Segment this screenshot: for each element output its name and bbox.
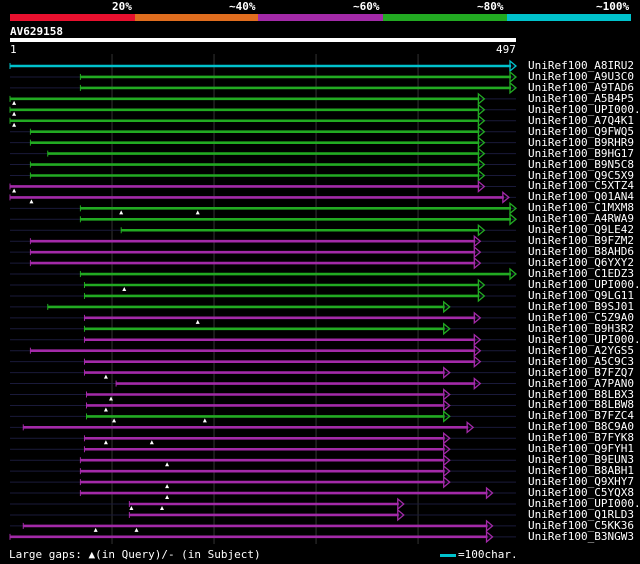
query-gap-marker bbox=[112, 418, 117, 423]
hit-label[interactable]: UniRef100_B7FZQ7 bbox=[528, 367, 634, 378]
query-gap-marker bbox=[103, 440, 108, 445]
identity-label-60: ~60% bbox=[353, 0, 380, 13]
query-gap-marker bbox=[129, 506, 134, 510]
identity-label-100: ~100% bbox=[596, 0, 630, 13]
hit-label[interactable]: UniRef100_B9RHR9 bbox=[528, 137, 634, 148]
query-gap-marker bbox=[122, 287, 127, 291]
identity-label-20: 20% bbox=[112, 0, 132, 13]
identity-band-100 bbox=[507, 14, 631, 21]
query-gap-marker bbox=[165, 484, 170, 489]
query-gap-marker bbox=[12, 122, 17, 127]
hit-label[interactable]: UniRef100_B9HG17 bbox=[528, 148, 634, 159]
query-gap-marker bbox=[165, 462, 170, 467]
scale-legend-label: =100char. bbox=[458, 548, 518, 561]
hit-label[interactable]: UniRef100_B9N5C8 bbox=[528, 159, 634, 170]
query-gap-marker bbox=[160, 506, 165, 510]
gaps-legend: Large gaps: ▲(in Query)/- (in Subject) bbox=[9, 548, 261, 561]
identity-band-20 bbox=[10, 14, 135, 21]
hit-label[interactable]: UniRef100_B3NGW3 bbox=[528, 531, 634, 542]
hit-label[interactable]: UniRef100_A5C9C3 bbox=[528, 356, 634, 367]
query-gap-marker bbox=[12, 100, 17, 105]
query-name: AV629158 bbox=[10, 25, 63, 38]
query-gap-marker bbox=[165, 495, 170, 500]
identity-band-40 bbox=[135, 14, 258, 21]
query-gap-marker bbox=[29, 199, 34, 204]
hit-label[interactable]: UniRef100_A7PAN0 bbox=[528, 378, 634, 389]
query-gap-marker bbox=[103, 374, 108, 379]
query-gap-marker bbox=[103, 407, 108, 412]
query-gap-marker bbox=[12, 111, 17, 116]
query-gap-marker bbox=[149, 440, 154, 445]
identity-label-40: ~40% bbox=[229, 0, 256, 13]
query-gap-marker bbox=[12, 188, 17, 193]
scale-legend-swatch bbox=[440, 553, 456, 557]
identity-label-80: ~80% bbox=[477, 0, 504, 13]
query-gap-marker bbox=[202, 418, 207, 423]
query-gap-marker bbox=[195, 210, 200, 215]
query-gap-marker bbox=[134, 527, 139, 532]
identity-band-80 bbox=[383, 14, 507, 21]
identity-scale: 20% ~40% ~60% ~80% ~100% bbox=[0, 0, 640, 22]
query-gap-marker bbox=[195, 319, 200, 324]
query-gap-marker bbox=[119, 210, 124, 215]
query-bar bbox=[10, 38, 516, 42]
query-gap-marker bbox=[93, 527, 98, 532]
scale-legend: =100char. bbox=[440, 549, 518, 561]
identity-band-60 bbox=[258, 14, 383, 21]
